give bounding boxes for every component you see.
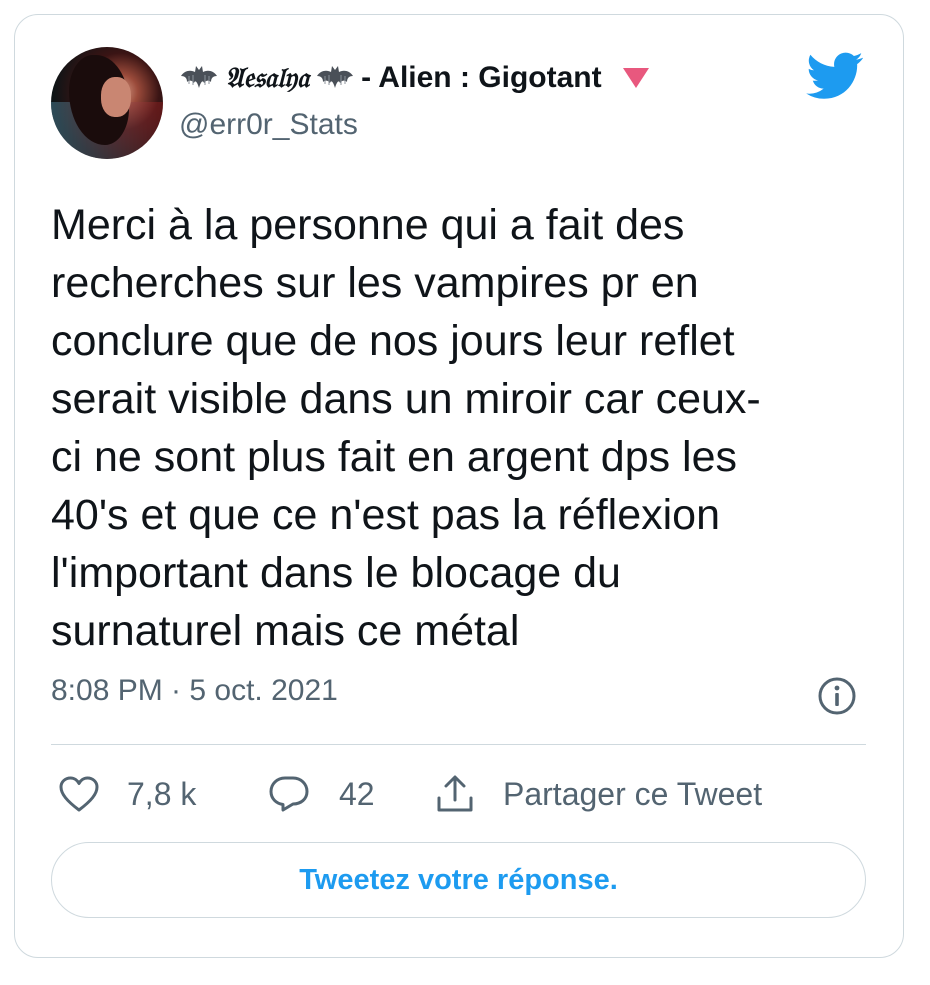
reply-prompt-button[interactable]: Tweetez votre réponse. (51, 842, 866, 918)
reply-count: 42 (339, 775, 375, 812)
avatar[interactable] (51, 47, 163, 159)
heart-icon (59, 776, 99, 812)
bat-icon (181, 66, 217, 88)
comment-icon (269, 776, 309, 812)
info-icon[interactable] (815, 674, 859, 718)
tweet-timestamp[interactable]: 8:08 PM · 5 oct. 2021 (51, 674, 338, 708)
twitter-bird-icon[interactable] (806, 52, 864, 100)
display-name-fancy: 𝔄𝔢𝔰𝔞𝔩𝔶𝔞 (225, 61, 310, 94)
bat-icon (317, 66, 354, 88)
share-button[interactable]: Partager ce Tweet (433, 768, 762, 820)
like-count: 7,8 k (127, 775, 197, 812)
reply-count-button[interactable]: 42 (267, 768, 375, 820)
pink-triangle-icon (622, 68, 649, 88)
avatar-face (101, 77, 131, 117)
like-button[interactable]: 7,8 k (57, 768, 196, 820)
divider (51, 744, 866, 745)
author-handle[interactable]: @err0r_Stats (179, 108, 358, 142)
share-icon (437, 775, 473, 812)
action-bar: 7,8 k 42 Partager ce Tweet (51, 768, 866, 820)
tweet-text: Merci à la personne qui a fait des reche… (51, 201, 761, 655)
share-label: Partager ce Tweet (503, 775, 763, 812)
author-display-name[interactable]: 𝔄𝔢𝔰𝔞𝔩𝔶𝔞 - Alien : Gigotant (179, 58, 650, 98)
display-name-rest: - Alien : Gigotant (361, 61, 602, 94)
